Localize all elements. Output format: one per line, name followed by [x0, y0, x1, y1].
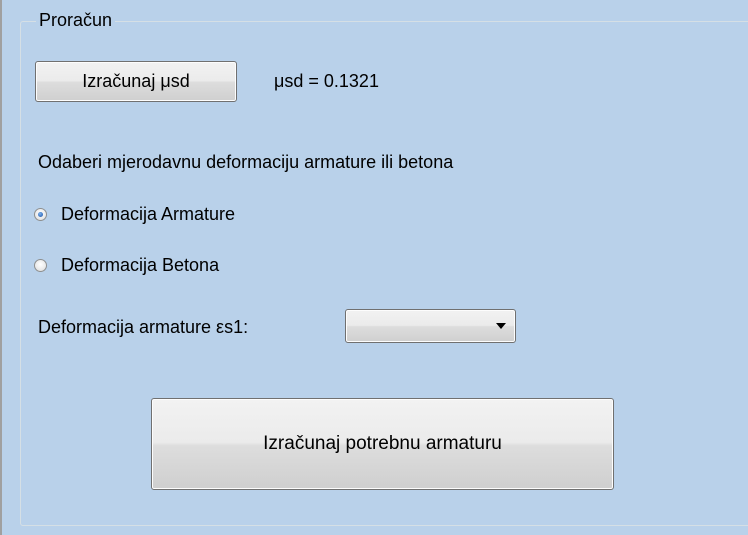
- radio-deformation-reinforcement[interactable]: Deformacija Armature: [34, 203, 235, 225]
- deformation-instruction-label: Odaberi mjerodavnu deformaciju armature …: [38, 152, 454, 172]
- musd-result-text: μsd = 0.1321: [274, 71, 379, 91]
- groupbox-title: Proračun: [36, 9, 116, 31]
- deformation-select[interactable]: [345, 309, 516, 343]
- radio-unchecked-icon[interactable]: [34, 258, 47, 272]
- chevron-down-icon[interactable]: [496, 323, 506, 329]
- radio-label-reinforcement: Deformacija Armature: [61, 204, 236, 224]
- calculate-reinforcement-button[interactable]: Izračunaj potrebnu armaturu: [151, 398, 614, 490]
- radio-deformation-concrete[interactable]: Deformacija Betona: [34, 254, 219, 276]
- calculate-musd-button[interactable]: Izračunaj μsd: [35, 61, 237, 102]
- radio-checked-icon[interactable]: [34, 207, 47, 221]
- radio-label-concrete: Deformacija Betona: [61, 255, 220, 275]
- form-panel: Proračun Izračunaj μsd μsd = 0.1321 Odab…: [0, 0, 748, 535]
- deformation-select-label: Deformacija armature εs1:: [38, 317, 249, 337]
